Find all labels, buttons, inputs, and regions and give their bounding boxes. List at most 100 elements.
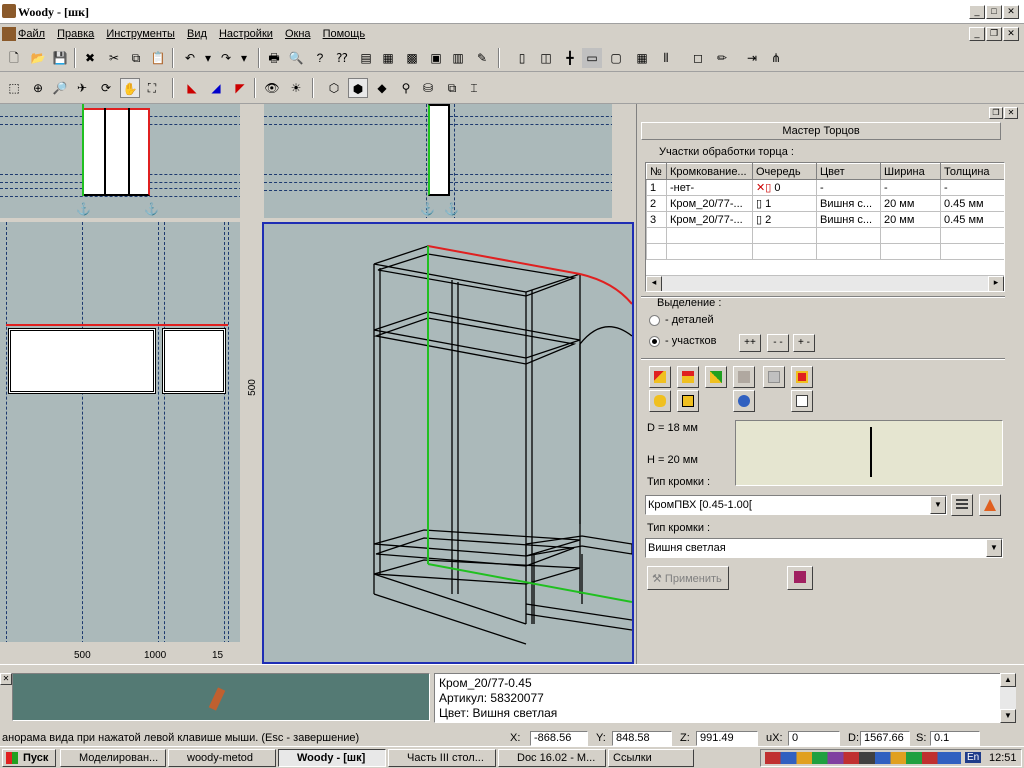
doc-minimize-button[interactable]: _ [969,27,985,41]
menu-edit[interactable]: Правка [57,28,94,40]
menu-help[interactable]: Помощь [323,28,366,40]
doc-close-button[interactable]: ✕ [1003,27,1019,41]
select-icon[interactable]: ⬚ [4,78,24,98]
edge-fire-button[interactable] [979,494,1001,516]
edge-color-select[interactable]: Вишня светлая ▼ [645,538,1003,558]
edge-corner-c-button[interactable] [705,366,727,388]
viewport-top-left[interactable]: ⚓ ⚓ [0,104,262,220]
radio-sections[interactable] [649,336,660,347]
shaded-icon[interactable]: ◆ [372,78,392,98]
table-row[interactable]: 1 -нет- ✕▯ 0 - - - [646,179,1004,196]
context-help-icon[interactable]: ⁇ [332,48,352,68]
open-folder-icon[interactable]: 📂 [28,48,48,68]
menu-view[interactable]: Вид [187,28,207,40]
close-button[interactable]: ✕ [1003,5,1019,19]
tool-c-icon[interactable]: ▩ [402,48,422,68]
col-thickness[interactable]: Толщина [940,163,1004,180]
save-icon[interactable]: 💾 [50,48,70,68]
radio-details-label[interactable]: - деталей [665,314,714,326]
select-add-button[interactable]: ++ [739,334,761,352]
edge-disabled-a-button[interactable] [733,366,755,388]
col-order[interactable]: Очередь [752,163,817,180]
book-button[interactable] [787,566,813,590]
anchor-icon[interactable]: ⚓ [420,202,435,216]
zoom-icon[interactable]: 🔎 [50,78,70,98]
help-icon[interactable]: ? [310,48,330,68]
scroll-up-icon[interactable]: ▲ [1000,673,1016,687]
panel-close-button[interactable]: ✕ [1004,107,1018,119]
col-width[interactable]: Ширина [880,163,941,180]
zoom-window-icon[interactable]: ⊕ [28,78,48,98]
color-icon[interactable]: ▦ [632,48,652,68]
undo-icon[interactable]: ↶ [180,48,200,68]
cylinder-icon[interactable]: ⛁ [418,78,438,98]
viewport-top-right[interactable]: ⚓ ⚓ [264,104,634,220]
select-toggle-button[interactable]: + - [793,334,815,352]
apply-button[interactable]: ⚒ Применить [647,566,729,590]
scroll-right-icon[interactable]: ▸ [988,276,1004,291]
maximize-button[interactable]: □ [986,5,1002,19]
panel-restore-button[interactable]: ❐ [989,107,1003,119]
rotate-icon[interactable]: ⟳ [96,78,116,98]
task-button[interactable]: woody-metod [168,749,276,767]
panel-icon[interactable]: ▢ [606,48,626,68]
info-scrollbar[interactable]: ▲ ▼ [1000,673,1016,723]
col-num[interactable]: № [646,163,667,180]
layers-icon[interactable]: ⧉ [442,78,462,98]
print-preview-icon[interactable]: 🔍 [286,48,306,68]
tree-icon[interactable]: ⋔ [766,48,786,68]
pin-icon[interactable]: ⚲ [396,78,416,98]
col-color[interactable]: Цвет [816,163,881,180]
table-hscrollbar[interactable]: ◂ ▸ [646,275,1004,291]
edge-type-select[interactable]: КромПВХ [0.45-1.00[ ▼ [645,495,947,515]
box-icon[interactable]: ◻ [688,48,708,68]
radio-details[interactable] [649,315,660,326]
scroll-left-icon[interactable]: ◂ [646,276,662,291]
new-file-icon[interactable]: 🗋 [4,48,24,68]
viewport-3d[interactable] [262,222,634,664]
edge-props-button[interactable] [791,390,813,412]
menu-file[interactable]: Файл [18,28,45,40]
wireframe-icon[interactable]: ⬡ [324,78,344,98]
tool-b-icon[interactable]: ▦ [378,48,398,68]
select-remove-button[interactable]: - - [767,334,789,352]
legs-icon[interactable]: ⫴ [656,48,676,68]
edge-globe-button[interactable] [733,390,755,412]
radio-sections-label[interactable]: - участков [665,335,717,347]
tray-icons[interactable] [765,752,961,764]
cut-icon[interactable]: ✂ [104,48,124,68]
chevron-down-icon[interactable]: ▼ [930,496,946,514]
undo-list-icon[interactable]: ▾ [198,48,218,68]
redo-list-icon[interactable]: ▾ [234,48,254,68]
pencil-icon[interactable]: ✏ [712,48,732,68]
edge-disabled-b-button[interactable] [763,366,785,388]
anchor-icon[interactable]: ⚓ [144,202,159,216]
arrow-mix-icon[interactable]: ◤ [230,78,250,98]
scroll-down-icon[interactable]: ▼ [1000,709,1016,723]
chevron-down-icon[interactable]: ▼ [986,539,1002,557]
edge-square-button[interactable] [677,390,699,412]
tool-d-icon[interactable]: ▣ [426,48,446,68]
doc-restore-button[interactable]: ❐ [986,27,1002,41]
anchor-icon[interactable]: ⚓ [76,202,91,216]
edge-list-button[interactable] [951,494,973,516]
cabinet-icon[interactable]: ▯ [512,48,532,68]
print-icon[interactable]: 🖶 [264,48,284,68]
wand-icon[interactable]: ✎ [472,48,492,68]
menu-windows[interactable]: Окна [285,28,311,40]
start-button[interactable]: Пуск [2,749,56,767]
shelf-icon[interactable]: ▭ [582,48,602,68]
minimize-button[interactable]: _ [969,5,985,19]
task-button-active[interactable]: Woody - [шк] [278,749,386,767]
copy-icon[interactable]: ⧉ [126,48,146,68]
fly-icon[interactable]: ✈ [72,78,92,98]
divider-icon[interactable]: ╋ [560,48,580,68]
info-close-button[interactable]: ✕ [0,673,12,685]
tool-e-icon[interactable]: ▥ [448,48,468,68]
edge-corner-a-button[interactable] [649,366,671,388]
delete-icon[interactable]: ✖ [80,48,100,68]
drawer-icon[interactable]: ◫ [536,48,556,68]
edge-corner-b-button[interactable] [677,366,699,388]
export-icon[interactable]: ⇥ [742,48,762,68]
hidden-lines-icon[interactable]: ⬢ [348,78,368,98]
